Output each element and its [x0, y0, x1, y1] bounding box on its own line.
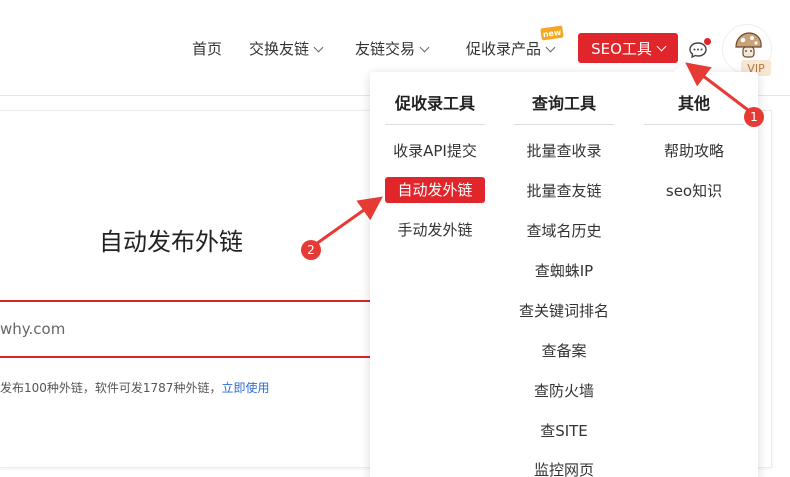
chevron-down-icon	[419, 42, 430, 52]
nav-home-label: 首页	[192, 40, 223, 58]
annotation-marker-1: 1	[744, 107, 764, 127]
nav-exchange-links[interactable]: 交换友链	[249, 38, 324, 60]
menu-item-site[interactable]: 查SITE	[514, 418, 614, 444]
url-input[interactable]	[0, 302, 388, 356]
use-now-link[interactable]: 立即使用	[221, 381, 269, 395]
page-title: 自动发布外链	[99, 228, 243, 256]
menu-item-spider-ip[interactable]: 查蜘蛛IP	[514, 258, 614, 284]
column-heading-other: 其他	[677, 94, 710, 113]
menu-item-icp-record[interactable]: 查备案	[514, 338, 614, 364]
column-divider	[385, 124, 485, 125]
nav-indexing-products[interactable]: 促收录产品	[466, 38, 556, 60]
annotation-marker-2: 2	[301, 240, 321, 260]
chevron-down-icon	[545, 42, 556, 52]
column-heading-query-tools: 查询工具	[531, 94, 596, 113]
menu-item-batch-index[interactable]: 批量查收录	[514, 138, 614, 164]
nav-home[interactable]: 首页	[192, 38, 222, 60]
seo-tools-label: SEO工具	[591, 39, 652, 58]
menu-item-help-guide[interactable]: 帮助攻略	[644, 138, 744, 164]
menu-item-monitor-page[interactable]: 监控网页	[514, 457, 614, 477]
menu-item-seo-knowledge[interactable]: seo知识	[644, 178, 744, 204]
menu-item-auto-backlinks[interactable]: 自动发外链	[385, 177, 485, 203]
nav-exchange-links-label: 交换友链	[249, 40, 310, 58]
column-divider	[514, 124, 614, 125]
menu-item-batch-links[interactable]: 批量查友链	[514, 178, 614, 204]
seo-tools-button[interactable]: SEO工具	[578, 33, 678, 63]
info-line: 发布100种外链，软件可发1787种外链，立即使用	[0, 379, 269, 396]
column-heading-indexing-tools: 促收录工具	[394, 94, 475, 113]
nav-link-trade[interactable]: 友链交易	[355, 38, 430, 60]
nav-indexing-products-label: 促收录产品	[466, 40, 542, 58]
info-text: 发布100种外链，软件可发1787种外链，	[0, 381, 222, 395]
column-divider	[644, 124, 744, 125]
menu-item-firewall[interactable]: 查防火墙	[514, 378, 614, 404]
nav-link-trade-label: 友链交易	[355, 40, 416, 58]
seo-tools-dropdown: 促收录工具 收录API提交 自动发外链 手动发外链 查询工具 批量查收录 批量查…	[370, 72, 758, 477]
menu-item-api-submit[interactable]: 收录API提交	[385, 138, 485, 164]
notification-dot	[704, 38, 711, 45]
menu-item-domain-history[interactable]: 查域名历史	[514, 218, 614, 244]
menu-item-manual-backlinks[interactable]: 手动发外链	[385, 217, 485, 243]
menu-item-keyword-rank[interactable]: 查关键词排名	[514, 298, 614, 324]
chevron-down-icon	[656, 41, 667, 51]
chevron-down-icon	[313, 42, 324, 52]
new-badge: new	[540, 25, 564, 41]
url-input-box[interactable]	[0, 300, 390, 358]
